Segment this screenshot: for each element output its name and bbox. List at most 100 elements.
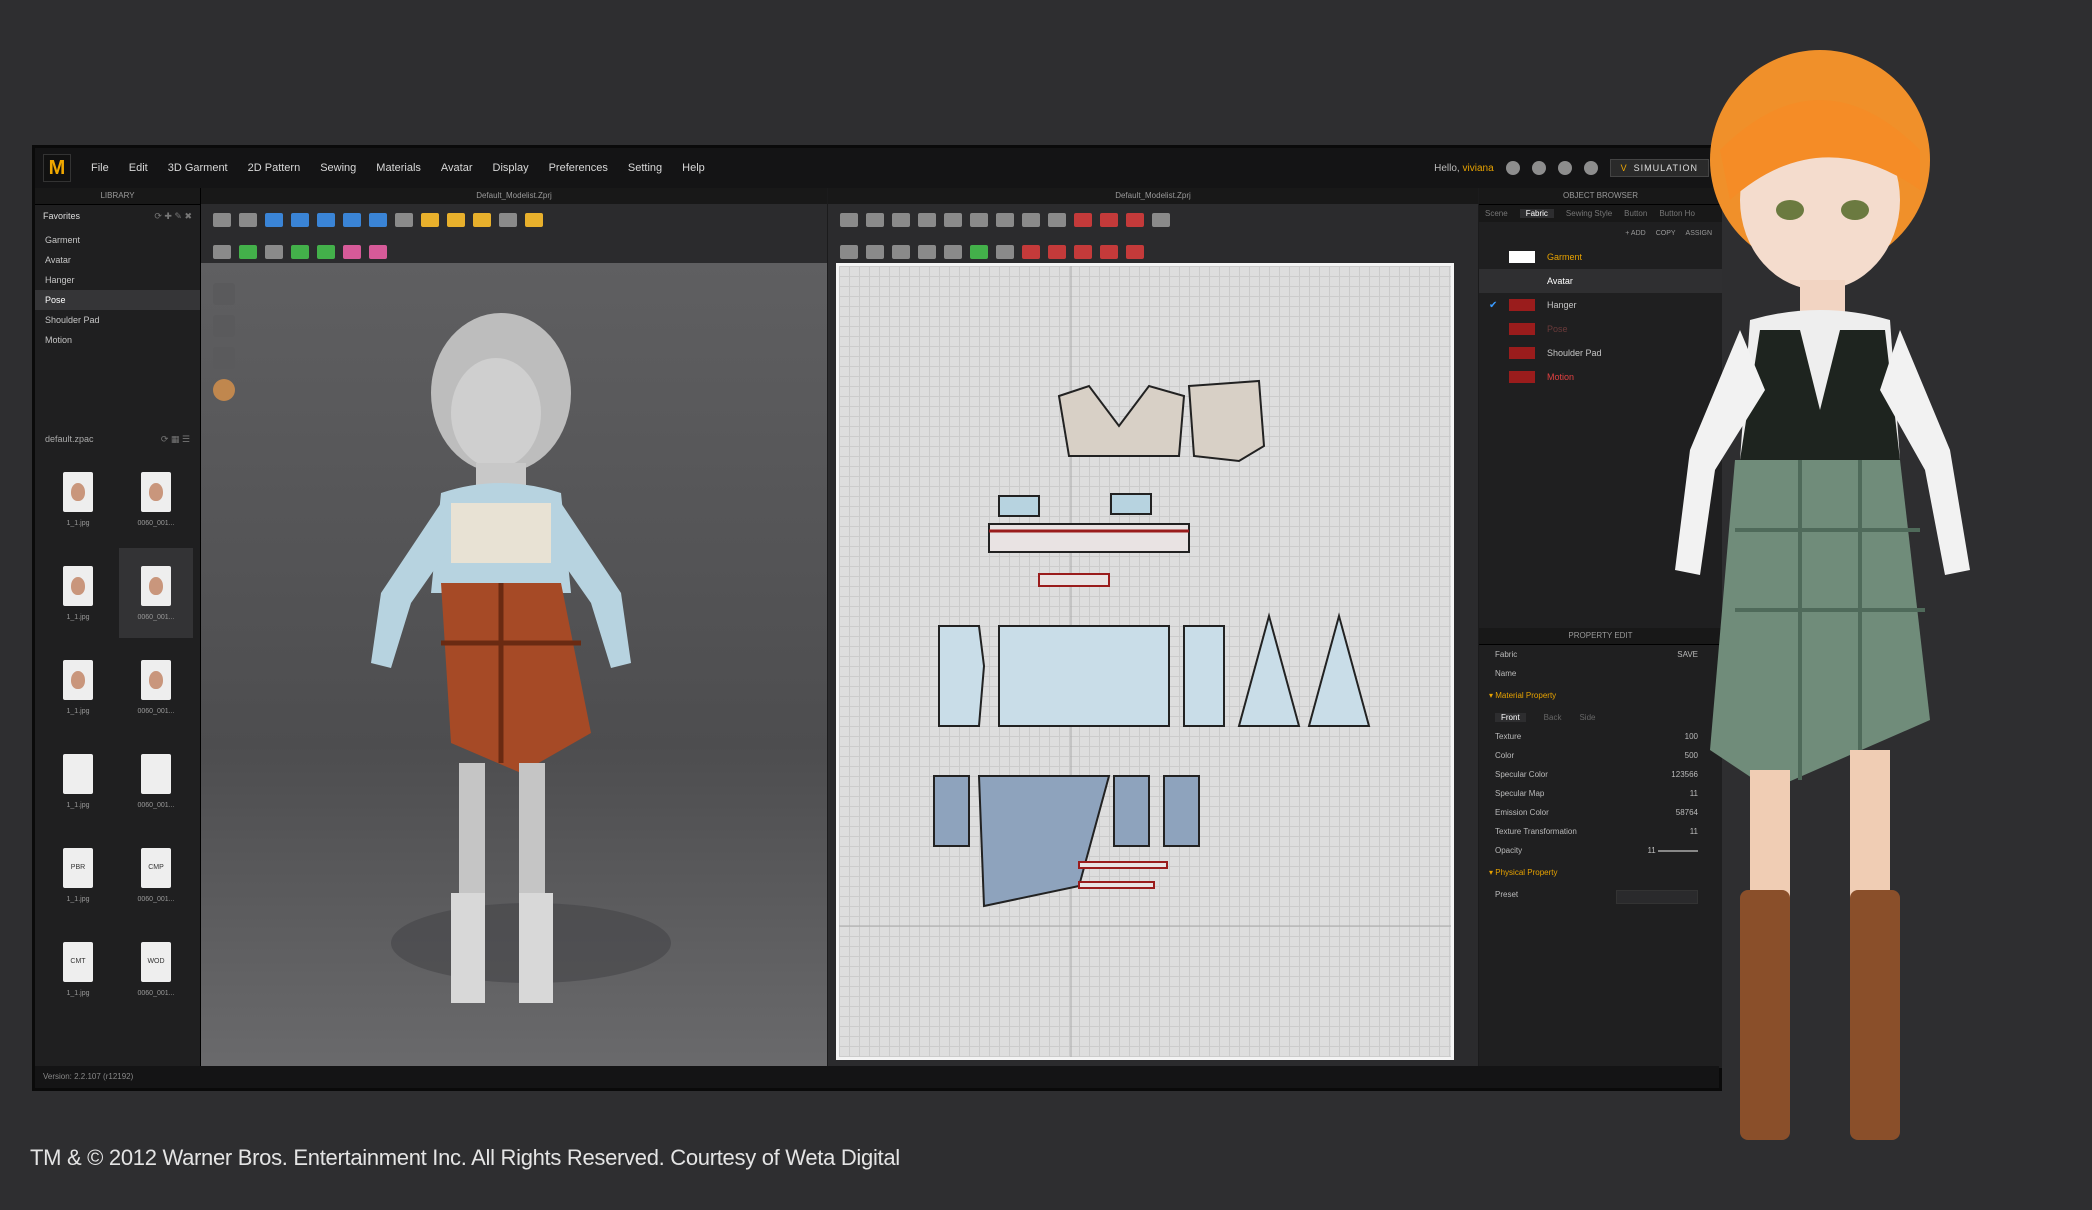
tab-scene[interactable]: Scene <box>1485 209 1508 218</box>
file-thumbnail-label: 0060_001... <box>137 801 175 809</box>
camera-view-icon[interactable] <box>213 283 235 305</box>
menu-edit[interactable]: Edit <box>129 162 148 174</box>
tool-avatar-icon[interactable] <box>473 213 491 227</box>
library-item-hanger[interactable]: Hanger <box>35 270 200 290</box>
tool-arrange-icon[interactable] <box>317 213 335 227</box>
tool-grain-icon[interactable] <box>996 245 1014 259</box>
menu-setting[interactable]: Setting <box>628 162 662 174</box>
library-item-shoulder-pad[interactable]: Shoulder Pad <box>35 310 200 330</box>
chat-icon[interactable] <box>1531 161 1546 175</box>
tool-fold-icon[interactable] <box>265 213 283 227</box>
tool-internal-circle-icon[interactable] <box>1126 213 1144 227</box>
library-item-motion[interactable]: Motion <box>35 330 200 350</box>
preset-label: Preset <box>1495 890 1519 899</box>
menu-sewing[interactable]: Sewing <box>320 162 356 174</box>
file-thumbnail[interactable]: 1_1.jpg <box>41 642 115 732</box>
favorites-tools-icon[interactable]: ⟳ ✚ ✎ ✖ <box>154 211 192 222</box>
tool-shirt-icon[interactable] <box>369 213 387 227</box>
help-icon[interactable] <box>1583 161 1598 175</box>
cart-icon[interactable] <box>1557 161 1572 175</box>
menu-file[interactable]: File <box>91 162 109 174</box>
tool-shirt-pink-icon[interactable] <box>343 245 361 259</box>
tool-add-point-icon[interactable] <box>970 213 988 227</box>
skin-sphere-icon[interactable] <box>213 379 235 401</box>
tool-pleat-icon[interactable] <box>892 245 910 259</box>
file-thumbnail[interactable]: 0060_001... <box>119 736 193 826</box>
library-item-avatar[interactable]: Avatar <box>35 250 200 270</box>
file-thumbnail-label: 1_1.jpg <box>66 801 90 809</box>
view-mode-icons[interactable]: ⟳ ▦ ☰ <box>161 434 190 445</box>
tool-tack-icon[interactable] <box>1074 245 1092 259</box>
tool-transform-icon[interactable] <box>213 245 231 259</box>
menu-display[interactable]: Display <box>493 162 529 174</box>
face-tab-front[interactable]: Front <box>1495 713 1526 722</box>
tool-internal-rect-icon[interactable] <box>1100 213 1118 227</box>
tool-curve-icon[interactable] <box>944 213 962 227</box>
tool-circle-icon[interactable] <box>1048 213 1066 227</box>
file-icon <box>141 659 171 700</box>
tool-trace-icon[interactable] <box>840 245 858 259</box>
avatar-head-icon[interactable] <box>213 315 235 337</box>
tool-select-pattern-icon[interactable] <box>866 213 884 227</box>
tool-fold-pattern-icon[interactable] <box>918 245 936 259</box>
tool-free-sew-icon[interactable] <box>1048 245 1066 259</box>
tool-pose-icon[interactable] <box>499 213 517 227</box>
file-thumbnail[interactable]: 1_1.jpg <box>41 736 115 826</box>
library-item-pose[interactable]: Pose <box>35 290 200 310</box>
face-tab-back[interactable]: Back <box>1544 713 1562 722</box>
file-thumbnail[interactable]: 0060_001... <box>119 548 193 638</box>
tool-edit-icon[interactable] <box>265 245 283 259</box>
library-item-garment[interactable]: Garment <box>35 230 200 250</box>
menu-help[interactable]: Help <box>682 162 705 174</box>
tool-pin-icon[interactable] <box>291 213 309 227</box>
file-thumbnail[interactable]: CMT 1_1.jpg <box>41 924 115 1014</box>
tool-shirt-pink2-icon[interactable] <box>369 245 387 259</box>
menu-preferences[interactable]: Preferences <box>549 162 608 174</box>
tool-transform-pattern-icon[interactable] <box>892 213 910 227</box>
tool-dart-icon[interactable] <box>1152 213 1170 227</box>
tool-check-sew-icon[interactable] <box>1100 245 1118 259</box>
menu-3d-garment[interactable]: 3D Garment <box>168 162 228 174</box>
tool-refresh-icon[interactable] <box>840 213 858 227</box>
tool-sphere-icon[interactable] <box>447 213 465 227</box>
file-thumbnail-label: 1_1.jpg <box>66 707 90 715</box>
tool-internal-polygon-icon[interactable] <box>1074 213 1092 227</box>
tool-uv-icon[interactable] <box>970 245 988 259</box>
file-thumbnail[interactable]: 0060_001... <box>119 454 193 544</box>
tool-polygon-icon[interactable] <box>996 213 1014 227</box>
file-icon: CMT <box>63 941 93 982</box>
file-thumbnail[interactable]: 1_1.jpg <box>41 548 115 638</box>
tool-shirt-green-icon[interactable] <box>291 245 309 259</box>
tool-shape-icon[interactable] <box>239 245 257 259</box>
menu-materials[interactable]: Materials <box>376 162 421 174</box>
file-thumbnail-label: 1_1.jpg <box>66 895 90 903</box>
face-tab-side[interactable]: Side <box>1579 713 1595 722</box>
tool-body-icon[interactable] <box>525 213 543 227</box>
menu-avatar[interactable]: Avatar <box>441 162 473 174</box>
pattern-canvas[interactable] <box>836 263 1454 1060</box>
tool-measure-icon[interactable] <box>395 213 413 227</box>
file-thumbnail[interactable]: 0060_001... <box>119 642 193 732</box>
file-thumbnail[interactable]: CMP 0060_001... <box>119 830 193 920</box>
tool-garment-icon[interactable] <box>343 213 361 227</box>
tool-edit-point-icon[interactable] <box>918 213 936 227</box>
tool-move-icon[interactable] <box>239 213 257 227</box>
tool-sew-list-icon[interactable] <box>1126 245 1144 259</box>
tool-notch-icon[interactable] <box>866 245 884 259</box>
user-icon[interactable] <box>1505 161 1520 175</box>
menu-2d-pattern[interactable]: 2D Pattern <box>248 162 301 174</box>
tool-select-icon[interactable] <box>213 213 231 227</box>
file-thumbnail[interactable]: WOD 0060_001... <box>119 924 193 1014</box>
fabric-name: Shoulder Pad <box>1547 348 1602 358</box>
3d-canvas[interactable] <box>201 263 827 1068</box>
file-thumbnail[interactable]: PBR 1_1.jpg <box>41 830 115 920</box>
tool-rectangle-icon[interactable] <box>1022 213 1040 227</box>
file-thumbnail[interactable]: 1_1.jpg <box>41 454 115 544</box>
tool-shirt-green2-icon[interactable] <box>317 245 335 259</box>
face-preview-icon <box>71 670 85 689</box>
tool-texture-icon[interactable] <box>944 245 962 259</box>
tab-fabric[interactable]: Fabric <box>1519 209 1554 218</box>
hanger-icon[interactable] <box>213 347 235 369</box>
tool-segment-sew-icon[interactable] <box>1022 245 1040 259</box>
tool-run-icon[interactable] <box>421 213 439 227</box>
